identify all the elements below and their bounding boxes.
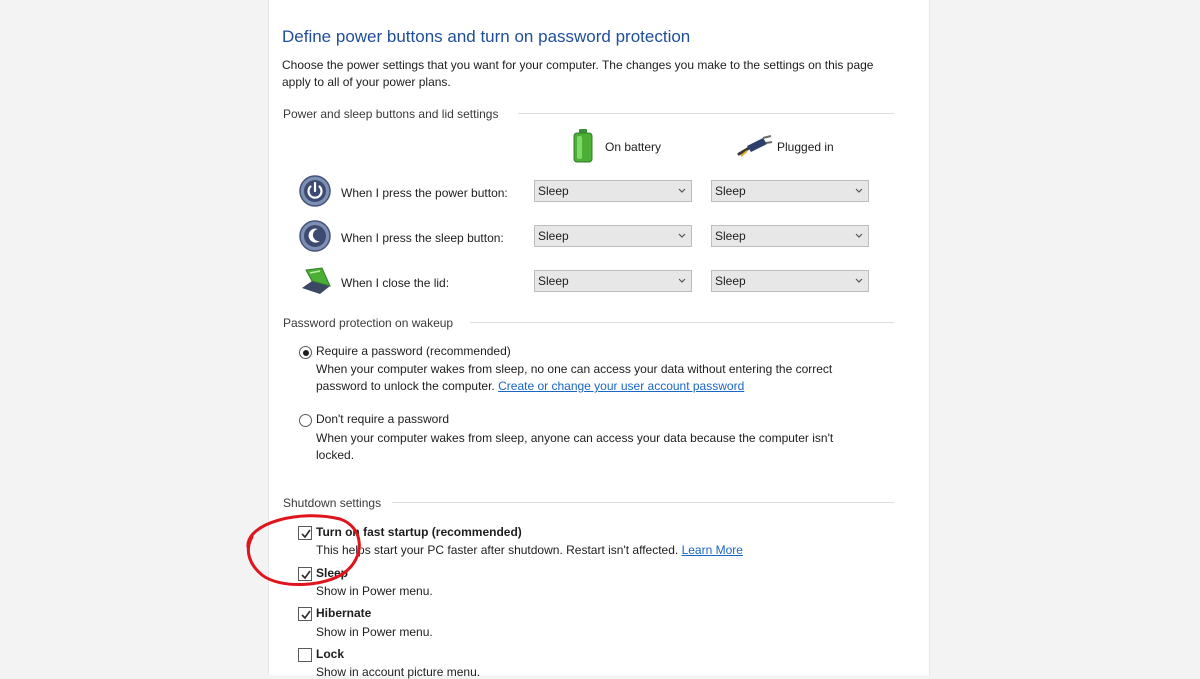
battery-icon (573, 129, 593, 163)
section-heading-shutdown: Shutdown settings (283, 496, 382, 510)
close-lid-plugged-select[interactable]: Sleep (711, 270, 869, 292)
chevron-down-icon (855, 188, 863, 193)
lock-description: Show in account picture menu. (316, 665, 481, 679)
chevron-down-icon (855, 278, 863, 283)
fast-startup-label[interactable]: Turn on fast startup (recommended) (316, 525, 522, 539)
hibernate-checkbox[interactable] (298, 607, 312, 621)
no-password-description: When your computer wakes from sleep, any… (316, 430, 876, 464)
power-button-label: When I press the power button: (341, 186, 508, 200)
checkmark-icon (301, 570, 311, 580)
close-lid-battery-select[interactable]: Sleep (534, 270, 692, 292)
selected-value: Sleep (538, 229, 569, 243)
description-line: When your computer wakes from sleep, any… (316, 431, 834, 445)
change-password-link[interactable]: Create or change your user account passw… (498, 379, 744, 393)
sleep-button-battery-select[interactable]: Sleep (534, 225, 692, 247)
no-password-radio[interactable] (299, 414, 312, 427)
chevron-down-icon (678, 188, 686, 193)
selected-value: Sleep (715, 184, 746, 198)
fast-startup-checkbox[interactable] (298, 526, 312, 540)
selected-value: Sleep (715, 229, 746, 243)
radio-selected-dot (302, 349, 309, 356)
sleep-label[interactable]: Sleep (316, 566, 348, 580)
checkmark-icon (301, 610, 311, 620)
no-password-label[interactable]: Don't require a password (316, 412, 449, 426)
plug-icon (737, 135, 773, 157)
sleep-button-label: When I press the sleep button: (341, 231, 504, 245)
power-button-battery-select[interactable]: Sleep (534, 180, 692, 202)
description-line: locked. (316, 448, 355, 462)
description-text: This helps start your PC faster after sh… (316, 543, 679, 557)
sleep-button-plugged-select[interactable]: Sleep (711, 225, 869, 247)
sleep-button-icon (299, 220, 331, 252)
checkmark-icon (301, 529, 311, 539)
chevron-down-icon (855, 233, 863, 238)
intro-text: Choose the power settings that you want … (282, 58, 874, 89)
sleep-checkbox[interactable] (298, 567, 312, 581)
section-heading-buttons: Power and sleep buttons and lid settings (283, 107, 499, 121)
section-divider (392, 502, 894, 503)
description-line: password to unlock the computer. (316, 379, 495, 393)
settings-panel (268, 0, 930, 675)
lock-checkbox[interactable] (298, 648, 312, 662)
section-divider (470, 322, 894, 323)
selected-value: Sleep (715, 274, 746, 288)
lock-label[interactable]: Lock (316, 647, 344, 661)
page-title: Define power buttons and turn on passwor… (282, 27, 691, 46)
require-password-description: When your computer wakes from sleep, no … (316, 361, 876, 395)
power-button-icon (299, 175, 331, 207)
chevron-down-icon (678, 233, 686, 238)
laptop-lid-icon (302, 267, 331, 294)
column-on-battery: On battery (605, 140, 662, 154)
selected-value: Sleep (538, 184, 569, 198)
column-plugged-in: Plugged in (777, 140, 834, 154)
chevron-down-icon (678, 278, 686, 283)
section-divider (518, 113, 894, 114)
require-password-label[interactable]: Require a password (recommended) (316, 344, 511, 358)
power-button-plugged-select[interactable]: Sleep (711, 180, 869, 202)
description-line: When your computer wakes from sleep, no … (316, 362, 833, 376)
require-password-radio[interactable] (299, 346, 312, 359)
fast-startup-description: This helps start your PC faster after sh… (316, 543, 743, 557)
hibernate-description: Show in Power menu. (316, 625, 433, 639)
hibernate-label[interactable]: Hibernate (316, 606, 371, 620)
learn-more-link[interactable]: Learn More (682, 543, 743, 557)
selected-value: Sleep (538, 274, 569, 288)
sleep-description: Show in Power menu. (316, 584, 433, 598)
section-heading-password: Password protection on wakeup (283, 316, 454, 330)
close-lid-label: When I close the lid: (341, 276, 450, 290)
